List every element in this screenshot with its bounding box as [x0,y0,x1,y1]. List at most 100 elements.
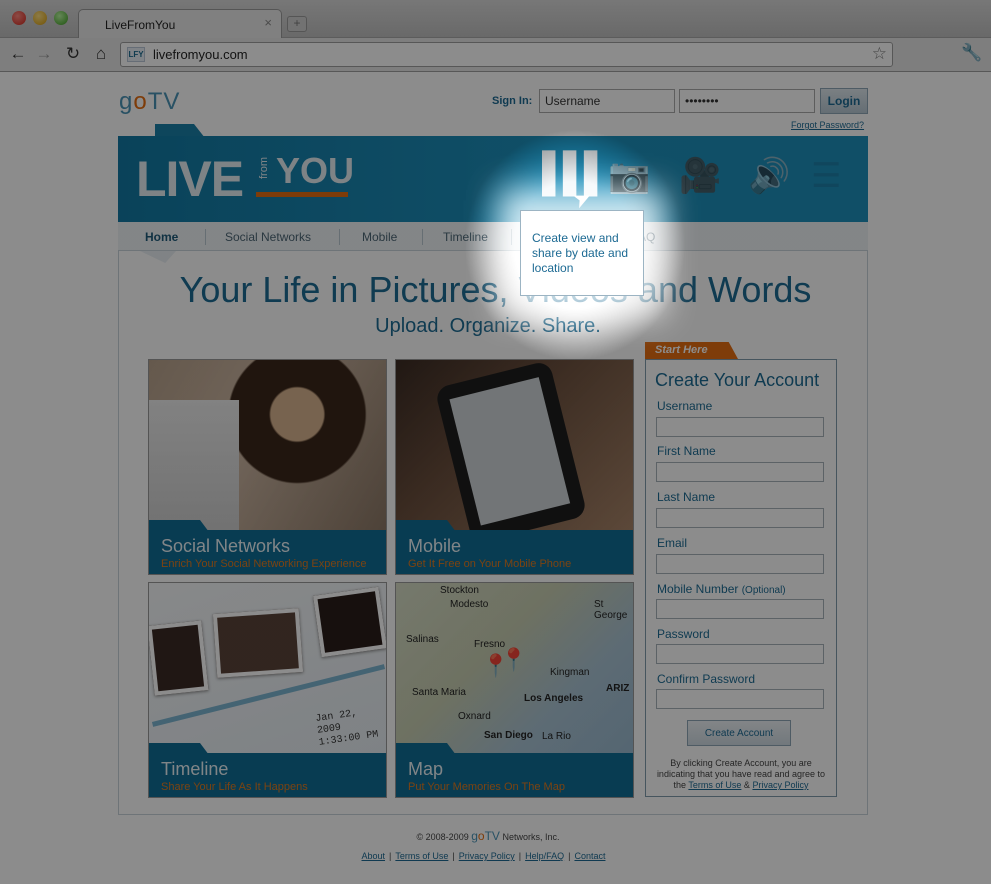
footer-about-link[interactable]: About [362,851,386,861]
nav-separator [422,229,423,245]
map-label: La Rio [542,731,571,742]
create-account-button[interactable]: Create Account [687,720,791,746]
web-page: goTV Sign In: Login Forgot Password? LIV… [0,72,991,884]
home-icon[interactable]: ⌂ [90,44,112,64]
banner-live-text: LIVE [136,151,244,207]
close-window-button[interactable] [12,11,26,25]
signup-username-field[interactable] [656,417,824,437]
login-button[interactable]: Login [820,88,868,114]
wrench-icon[interactable]: 🔧 [961,43,982,63]
timeline-photo-thumb [313,586,386,658]
address-bar[interactable]: LFY livefromyou.com ☆ [120,42,893,67]
banner-from-text: from [258,157,270,179]
tile-title: Social Networks [161,536,291,556]
create-account-title: Create Your Account [655,370,820,390]
tile-subtitle: Share Your Life As It Happens [161,781,308,793]
signup-password-field[interactable] [656,644,824,664]
mobile-tile[interactable]: Mobile Get It Free on Your Mobile Phone [395,359,634,575]
first-name-field[interactable] [656,462,824,482]
map-label: Los Angeles [524,693,584,704]
nav-separator [511,229,512,245]
footer-contact-link[interactable]: Contact [574,851,605,861]
map-tile[interactable]: Stockton Modesto Fresno Salinas Santa Ma… [395,582,634,798]
back-icon[interactable]: ← [7,44,29,64]
map-label: Kingman [550,667,590,678]
mobile-number-field[interactable] [656,599,824,619]
zoom-window-button[interactable] [54,11,68,25]
terms-of-use-link[interactable]: Terms of Use [688,780,741,790]
minimize-window-button[interactable] [33,11,47,25]
password-label: Password [657,627,710,641]
confirm-password-label: Confirm Password [657,672,756,686]
username-input[interactable] [539,89,675,113]
timeline-tile[interactable]: Jan 22, 2009 1:33:00 PM Timeline Share Y… [148,582,387,798]
map-label: St George [594,599,628,621]
map-label: ARIZ [606,683,630,694]
nav-home[interactable]: Home [145,230,178,244]
nav-separator [205,229,206,245]
gotv-logo[interactable]: goTV [119,88,180,116]
main-nav: Home Social Networks Mobile Timeline AQ [118,222,868,251]
forgot-password-link[interactable]: Forgot Password? [791,120,864,130]
feature-tooltip: Create view and share by date and locati… [520,210,644,296]
tile-title: Map [408,759,444,779]
reload-icon[interactable]: ↻ [62,44,84,64]
copyright: © 2008-2009 goTV Networks, Inc. [416,829,560,843]
tile-caption: Timeline Share Your Life As It Happens [149,753,386,797]
footer-terms-link[interactable]: Terms of Use [395,851,448,861]
tile-caption: Mobile Get It Free on Your Mobile Phone [396,530,633,574]
tile-caption: Social Networks Enrich Your Social Netwo… [149,530,386,574]
browser-tab[interactable]: LiveFromYou × [78,9,282,39]
nav-timeline[interactable]: Timeline [443,230,488,244]
password-input[interactable] [679,89,815,113]
first-name-label: First Name [657,444,716,458]
timeline-date: Jan 22, 2009 1:33:00 PM [314,708,380,749]
hero-headline: Your Life in Pictures, Videos and Words [179,269,812,310]
browser-toolbar: ← → ↻ ⌂ LFY livefromyou.com ☆ 🔧 [0,38,991,72]
bookmark-star-icon[interactable]: ☆ [872,44,887,64]
speaker-icon[interactable]: 🔊 [748,156,790,196]
footer-privacy-link[interactable]: Privacy Policy [459,851,515,861]
timeline-photo: Jan 22, 2009 1:33:00 PM [149,583,386,753]
livefromyou-banner: LIVE from YOU ▌▌▌ 📷 🎥 🔊 ☰ ➤ [118,136,868,222]
hero-subhead: Upload. Organize. Share. [375,315,601,337]
nav-separator [339,229,340,245]
last-name-field[interactable] [656,508,824,528]
tile-subtitle: Enrich Your Social Networking Experience [161,558,367,570]
tile-title: Timeline [161,759,229,779]
url-text[interactable]: livefromyou.com [153,47,248,62]
nav-mobile[interactable]: Mobile [362,230,397,244]
timeline-photo-thumb [212,608,304,678]
optional-note: (Optional) [741,585,786,596]
footer-links: About | Terms of Use | Privacy Policy | Help/F… [361,851,606,861]
forward-icon[interactable]: → [33,44,55,64]
email-field[interactable] [656,554,824,574]
tile-title: Mobile [408,536,462,556]
start-here-tab: Start Here [645,342,738,359]
new-tab-button[interactable]: + [287,16,307,32]
privacy-policy-link[interactable]: Privacy Policy [752,780,808,790]
timeline-photo-thumb [149,620,209,696]
video-camera-icon[interactable]: 🎥 [679,156,721,196]
phone-image [434,360,588,544]
username-label: Username [657,399,713,413]
mobile-photo [396,360,633,544]
footer-gotv-logo: goTV [471,829,500,843]
footer-help-link[interactable]: Help/FAQ [525,851,564,861]
create-account-form: Create Your Account Username First Name … [645,359,837,797]
map-label: Stockton [440,585,479,596]
email-label: Email [657,536,688,550]
confirm-password-field[interactable] [656,689,824,709]
map-label: Modesto [450,599,489,610]
document-icon[interactable]: ☰ [811,156,841,196]
terms-notice: By clicking Create Account, you are indi… [656,758,826,790]
tab-close-icon[interactable]: × [264,15,272,30]
camera-icon[interactable]: 📷 [608,156,650,196]
laptop-image [149,400,239,530]
map-pin-icon: 📍 [500,647,528,672]
nav-social-networks[interactable]: Social Networks [225,230,311,244]
banner-you-text: YOU [276,150,355,191]
social-networks-tile[interactable]: Social Networks Enrich Your Social Netwo… [148,359,387,575]
site-favicon-icon: LFY [127,47,145,62]
tab-title: LiveFromYou [105,18,176,32]
